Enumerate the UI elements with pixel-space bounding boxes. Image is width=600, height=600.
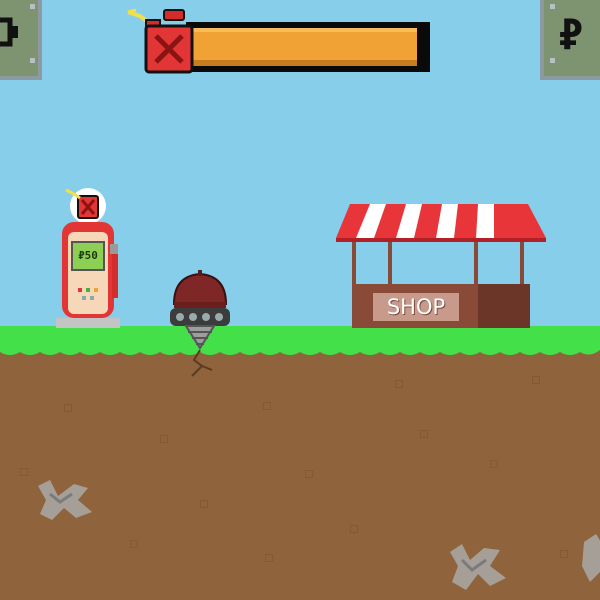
rock-ore[interactable] (578, 530, 600, 590)
money-panel-button[interactable]: ₽ (540, 0, 600, 80)
fuel-bar-fill (190, 28, 417, 66)
rivet (30, 4, 35, 9)
dirt-speck (395, 380, 403, 388)
dirt-speck (64, 404, 72, 412)
dirt-speck (265, 554, 273, 562)
rivet (550, 58, 555, 63)
dirt-speck (20, 468, 28, 476)
ruble-icon: ₽ (558, 10, 584, 59)
rock-ore[interactable] (30, 466, 100, 526)
settings-panel-button[interactable] (0, 0, 42, 80)
dirt-speck (490, 460, 498, 468)
dirt-speck (200, 500, 208, 508)
dirt-speck (350, 525, 358, 533)
dirt-speck (160, 435, 168, 443)
drill-vehicle[interactable] (168, 270, 232, 380)
rivet (30, 58, 35, 63)
fuel-price-label: ₽50 (78, 249, 98, 262)
gear-icon (0, 17, 18, 47)
fuel-bar (186, 22, 430, 72)
rivet (550, 4, 555, 9)
dirt-speck (532, 376, 540, 384)
fuel-can-icon (127, 8, 194, 74)
shop-sign: SHOP (373, 293, 459, 321)
dirt-speck (305, 470, 313, 478)
game-scene[interactable]: ₽ ₽50 SHOP (0, 0, 600, 600)
grass-edge (0, 346, 600, 355)
dirt-speck (560, 550, 568, 558)
dirt-speck (263, 402, 271, 410)
dirt-speck (420, 430, 428, 438)
dirt-speck (130, 540, 138, 548)
rock-ore[interactable] (444, 536, 514, 596)
